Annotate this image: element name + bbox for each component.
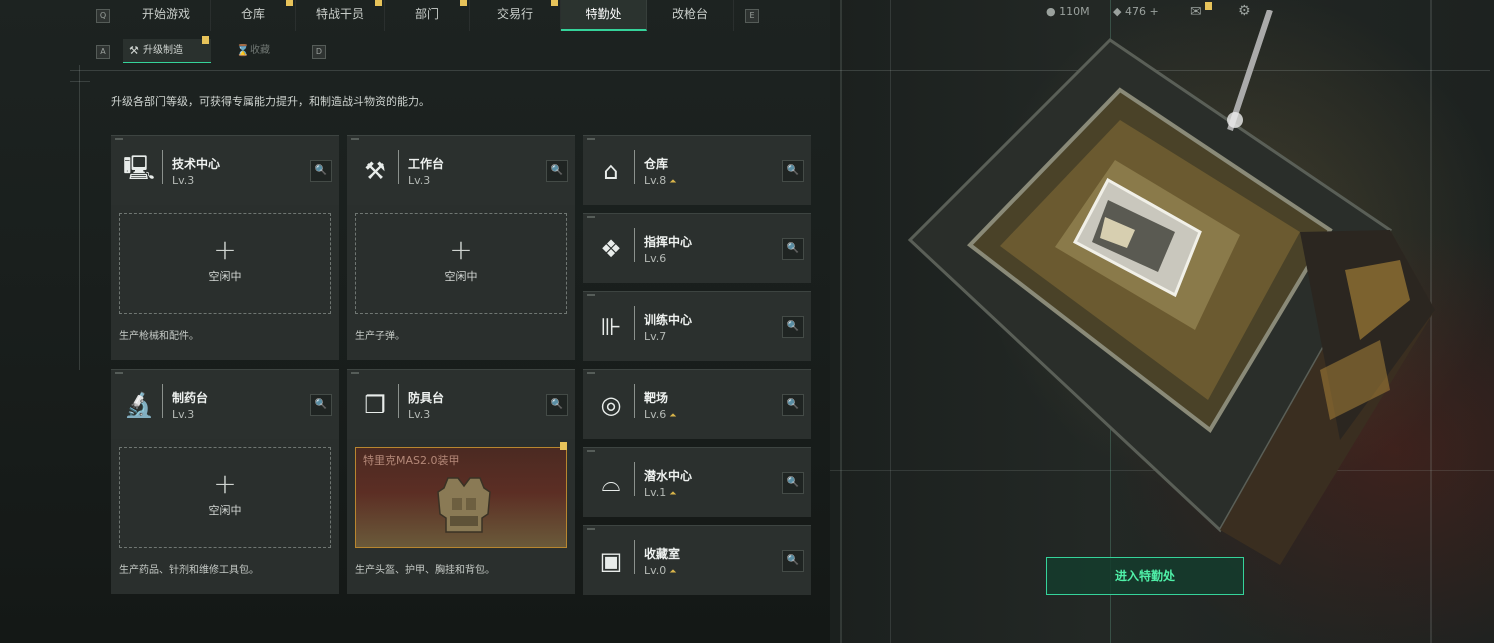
- special-ops-cube-illustration: [890, 9, 1450, 570]
- search-button[interactable]: 🔍: [782, 316, 804, 338]
- warehouse-icon: ⌂: [603, 157, 619, 185]
- workshop-panel-workbench: + 空闲中 生产子弹。: [347, 205, 575, 360]
- workshop-card-workbench[interactable]: ⚒ 工作台 Lv.3 🔍: [347, 135, 575, 205]
- armor-vest-icon: [437, 477, 491, 533]
- department-card-warehouse[interactable]: ⌂ 仓库 Lv.8 ⏶ 🔍: [583, 135, 811, 205]
- plus-icon: +: [213, 233, 237, 266]
- idle-slot[interactable]: + 空闲中: [355, 213, 567, 314]
- notification-badge: [202, 36, 209, 44]
- top-nav: 开始游戏 仓库 特战干员 部门 交易行 特勤处 改枪台: [90, 0, 734, 31]
- nav-next-key-hint: E: [745, 9, 759, 23]
- product-slot-armor[interactable]: 特里克MAS2.0装甲: [355, 442, 567, 548]
- upgrade-chevron-icon: ⏶: [669, 177, 677, 187]
- notification-badge: [286, 0, 293, 6]
- workshop-panel-pharmacy: + 空闲中 生产药品、针剂和维修工具包。: [111, 439, 339, 594]
- subtab-prev-key-hint: A: [96, 45, 110, 59]
- department-card-command-center[interactable]: ❖ 指挥中心 Lv.6 🔍: [583, 213, 811, 283]
- upgrade-chevron-icon: ⏶: [669, 567, 677, 577]
- search-button[interactable]: 🔍: [546, 160, 568, 182]
- upgrade-chevron-icon: ⏶: [669, 411, 677, 421]
- tab-warehouse[interactable]: 仓库: [211, 0, 296, 31]
- diving-mask-icon: ⌓: [601, 469, 621, 497]
- add-coins-button[interactable]: +: [1149, 5, 1158, 18]
- tools-icon: ⚒: [364, 157, 386, 185]
- workshop-panel-tech-center: + 空闲中 生产枪械和配件。: [111, 205, 339, 360]
- computer-icon: 🖳: [122, 153, 156, 182]
- tab-special-ops[interactable]: 特勤处: [561, 0, 647, 31]
- settings-icon[interactable]: ⚙: [1238, 3, 1251, 19]
- target-icon: ◎: [600, 391, 622, 419]
- tab-start-game[interactable]: 开始游戏: [122, 0, 211, 31]
- notification-badge: [551, 0, 558, 6]
- search-button[interactable]: 🔍: [546, 394, 568, 416]
- plus-icon: +: [213, 467, 237, 500]
- dumbbell-icon: ⊪: [600, 313, 622, 341]
- plus-icon: +: [449, 233, 473, 266]
- currency-icon: ●: [1046, 5, 1056, 18]
- mail-icon[interactable]: ✉: [1190, 4, 1202, 20]
- workshop-card-pharmacy[interactable]: 🔬 制药台 Lv.3 🔍: [111, 369, 339, 439]
- command-icon: ❖: [600, 235, 622, 263]
- currency-display: ● 110M: [1046, 5, 1090, 18]
- idle-slot[interactable]: + 空闲中: [119, 213, 331, 314]
- search-button[interactable]: 🔍: [782, 160, 804, 182]
- tab-gunsmith[interactable]: 改枪台: [647, 0, 734, 31]
- notification-badge: [375, 0, 382, 6]
- idle-slot[interactable]: + 空闲中: [119, 447, 331, 548]
- page-description: 升级各部门等级，可获得专属能力提升，和制造战斗物资的能力。: [111, 95, 430, 108]
- enter-special-ops-button[interactable]: 进入特勤处: [1046, 557, 1244, 595]
- subtab-collection[interactable]: ⌛ 收藏: [230, 39, 296, 63]
- coin-icon: ◆: [1113, 5, 1122, 18]
- subtab-upgrade-craft[interactable]: ⚒ 升级制造: [123, 36, 211, 63]
- search-button[interactable]: 🔍: [782, 550, 804, 572]
- search-button[interactable]: 🔍: [782, 472, 804, 494]
- department-card-shooting-range[interactable]: ◎ 靶场 Lv.6 ⏶ 🔍: [583, 369, 811, 439]
- tab-operators[interactable]: 特战干员: [296, 0, 385, 31]
- tab-department[interactable]: 部门: [385, 0, 470, 31]
- workshop-card-tech-center[interactable]: 🖳 技术中心 Lv.3 🔍: [111, 135, 339, 205]
- notification-badge: [460, 0, 467, 6]
- coins-display[interactable]: ◆ 476 +: [1113, 5, 1159, 18]
- search-button[interactable]: 🔍: [782, 394, 804, 416]
- search-button[interactable]: 🔍: [310, 160, 332, 182]
- collection-icon: ⌛: [236, 44, 250, 57]
- cubes-icon: ❒: [364, 391, 386, 419]
- department-card-training-center[interactable]: ⊪ 训练中心 Lv.7 🔍: [583, 291, 811, 361]
- department-card-diving-center[interactable]: ⌓ 潜水中心 Lv.1 ⏶ 🔍: [583, 447, 811, 517]
- upgrade-chevron-icon: ⏶: [669, 489, 677, 499]
- mail-badge: [1205, 2, 1212, 10]
- microscope-icon: 🔬: [124, 391, 154, 419]
- subtab-next-key-hint: D: [312, 45, 326, 59]
- trophy-case-icon: ▣: [599, 547, 623, 575]
- department-card-collection-room[interactable]: ▣ 收藏室 Lv.0 ⏶ 🔍: [583, 525, 811, 595]
- search-button[interactable]: 🔍: [782, 238, 804, 260]
- workshop-card-armor-bench[interactable]: ❒ 防具台 Lv.3 🔍: [347, 369, 575, 439]
- craft-icon: ⚒: [129, 44, 139, 57]
- notification-badge: [560, 442, 567, 450]
- workshop-panel-armor-bench: 特里克MAS2.0装甲 生产头盔、护甲、胸挂和背包。: [347, 439, 575, 594]
- tab-trading[interactable]: 交易行: [470, 0, 561, 31]
- search-button[interactable]: 🔍: [310, 394, 332, 416]
